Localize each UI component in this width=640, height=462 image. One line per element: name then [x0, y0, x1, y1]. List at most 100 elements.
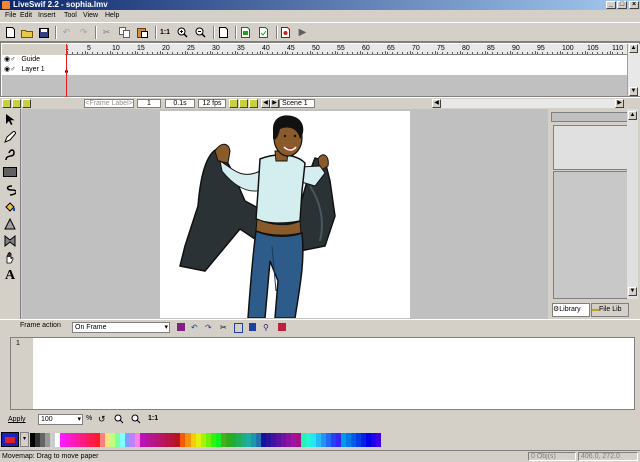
export-html-icon[interactable]	[257, 26, 270, 39]
zoom-1-1-button[interactable]: 1:1	[158, 26, 172, 39]
undo-action-icon[interactable]: ↶	[191, 323, 198, 332]
ruler-minor-tick	[462, 52, 463, 54]
text-tool-icon[interactable]: A	[2, 268, 18, 284]
add-folder-icon[interactable]	[12, 99, 21, 108]
scroll-up-icon[interactable]: ▲	[628, 111, 637, 120]
envelope-tool-icon[interactable]	[2, 233, 18, 249]
open-folder-icon[interactable]	[20, 26, 33, 39]
fps-field[interactable]: 12 fps	[198, 99, 226, 108]
edit-multiple-icon[interactable]	[239, 99, 248, 108]
panel-vscroll[interactable]: ▲ ▼	[627, 109, 638, 299]
prev-scene-icon[interactable]: ◀	[261, 99, 270, 108]
frame-ruler[interactable]: 1 51015202530354045505560657075808590951…	[65, 44, 627, 55]
palette-swatches[interactable]	[30, 433, 382, 447]
pen-tool-icon[interactable]	[2, 129, 18, 145]
fill-color-swatch[interactable]	[1, 432, 19, 447]
paste-icon[interactable]	[136, 26, 149, 39]
stage-paper[interactable]	[160, 111, 410, 319]
paint-bucket-icon[interactable]	[2, 199, 18, 215]
layer-name: Guide	[21, 56, 40, 63]
zoom-in-icon[interactable]	[114, 414, 124, 426]
menu-view[interactable]: View	[83, 10, 98, 22]
cut-action-icon[interactable]: ✂	[220, 323, 227, 332]
zoom-out-icon[interactable]	[194, 26, 207, 39]
rotate-icon[interactable]: ↺	[98, 414, 106, 425]
close-button[interactable]: ×	[629, 1, 639, 9]
hscroll-right-icon[interactable]: ▶	[615, 99, 624, 108]
export-movie-icon[interactable]	[239, 26, 252, 39]
ruler-minor-tick	[132, 52, 133, 54]
freehand-tool-icon[interactable]	[2, 182, 18, 198]
menu-insert[interactable]: Insert	[38, 10, 56, 22]
page-icon[interactable]	[217, 26, 230, 39]
paste-action-icon[interactable]	[249, 323, 256, 331]
color-palette[interactable]: ▾	[0, 431, 640, 448]
event-select[interactable]: On Frame ▾	[72, 322, 170, 333]
ruler-minor-tick	[312, 52, 313, 54]
onion-skin-icon[interactable]	[229, 99, 238, 108]
menu-tool[interactable]: Tool	[64, 10, 77, 22]
ruler-minor-tick	[87, 52, 88, 54]
hand-tool-icon[interactable]	[2, 250, 18, 266]
layer-1[interactable]: ◉♂ Layer 1	[2, 65, 65, 75]
undo-icon[interactable]: ↶	[60, 26, 73, 39]
ruler-minor-tick	[117, 52, 118, 54]
onion-outline-icon[interactable]	[249, 99, 258, 108]
find-icon[interactable]: ⚲	[263, 323, 269, 332]
check-syntax-icon[interactable]	[177, 323, 185, 331]
menu-edit[interactable]: Edit	[20, 10, 32, 22]
stop-icon[interactable]	[279, 26, 292, 39]
curve-tool-icon[interactable]	[2, 147, 18, 163]
transform-tool-icon[interactable]	[2, 216, 18, 232]
rectangle-tool-icon[interactable]	[2, 164, 18, 180]
playhead[interactable]	[66, 44, 67, 97]
color-swatch[interactable]	[376, 433, 382, 447]
zoom-select[interactable]: 100 ▾	[38, 414, 83, 425]
maximize-button[interactable]: □	[617, 1, 627, 9]
frame-label-field[interactable]: <Frame Label>	[84, 99, 134, 108]
next-scene-icon[interactable]: ▶	[270, 99, 279, 108]
tab-file-lib[interactable]: ▬File Lib	[591, 303, 629, 317]
new-file-icon[interactable]	[4, 26, 17, 39]
ruler-label: 50	[312, 45, 320, 52]
timeline-hscroll-track[interactable]	[441, 99, 615, 108]
library-list[interactable]	[553, 171, 629, 299]
ruler-minor-tick	[112, 52, 113, 54]
add-layer-icon[interactable]	[2, 99, 11, 108]
copy-icon[interactable]	[118, 26, 131, 39]
tab-library[interactable]: ⚙Library	[552, 303, 590, 317]
menu-help[interactable]: Help	[105, 10, 119, 22]
copy-action-icon[interactable]	[234, 323, 243, 333]
scroll-up-icon[interactable]: ▲	[629, 44, 638, 53]
time-field[interactable]: 0.1s	[165, 99, 195, 108]
save-icon[interactable]	[37, 26, 50, 39]
delete-layer-icon[interactable]	[22, 99, 31, 108]
cut-icon[interactable]: ✂	[100, 26, 113, 39]
ruler-minor-tick	[302, 52, 303, 54]
scroll-down-icon[interactable]: ▼	[628, 287, 637, 296]
ruler-minor-tick	[387, 52, 388, 54]
hscroll-left-icon[interactable]: ◀	[432, 99, 441, 108]
chevron-down-icon[interactable]: ▾	[20, 432, 29, 447]
action-editor[interactable]	[10, 337, 635, 410]
apply-button[interactable]: Apply	[8, 416, 26, 423]
redo-icon[interactable]: ↷	[77, 26, 90, 39]
zoom-1-1-button[interactable]: 1:1	[148, 415, 158, 422]
play-icon[interactable]: ▶	[296, 26, 309, 39]
ruler-label: 105	[587, 45, 599, 52]
current-frame-field[interactable]: 1	[137, 99, 161, 108]
zoom-out-icon[interactable]	[131, 414, 141, 426]
menu-file[interactable]: File	[5, 10, 16, 22]
arrow-tool-icon[interactable]	[2, 112, 18, 128]
zoom-in-icon[interactable]	[176, 26, 189, 39]
lock-icon: ♂	[10, 56, 16, 63]
minimize-button[interactable]: _	[606, 1, 616, 9]
layer-guide[interactable]: ◉♂ Guide	[2, 55, 65, 65]
timeline-vscroll[interactable]: ▲ ▼	[627, 44, 640, 96]
lock-icon: ♂	[10, 66, 16, 73]
redo-action-icon[interactable]: ↷	[205, 323, 212, 332]
replace-icon[interactable]	[278, 323, 286, 331]
ruler-minor-tick	[257, 52, 258, 54]
scene-tab[interactable]: Scene 1	[279, 99, 315, 108]
scroll-down-icon[interactable]: ▼	[629, 87, 638, 96]
